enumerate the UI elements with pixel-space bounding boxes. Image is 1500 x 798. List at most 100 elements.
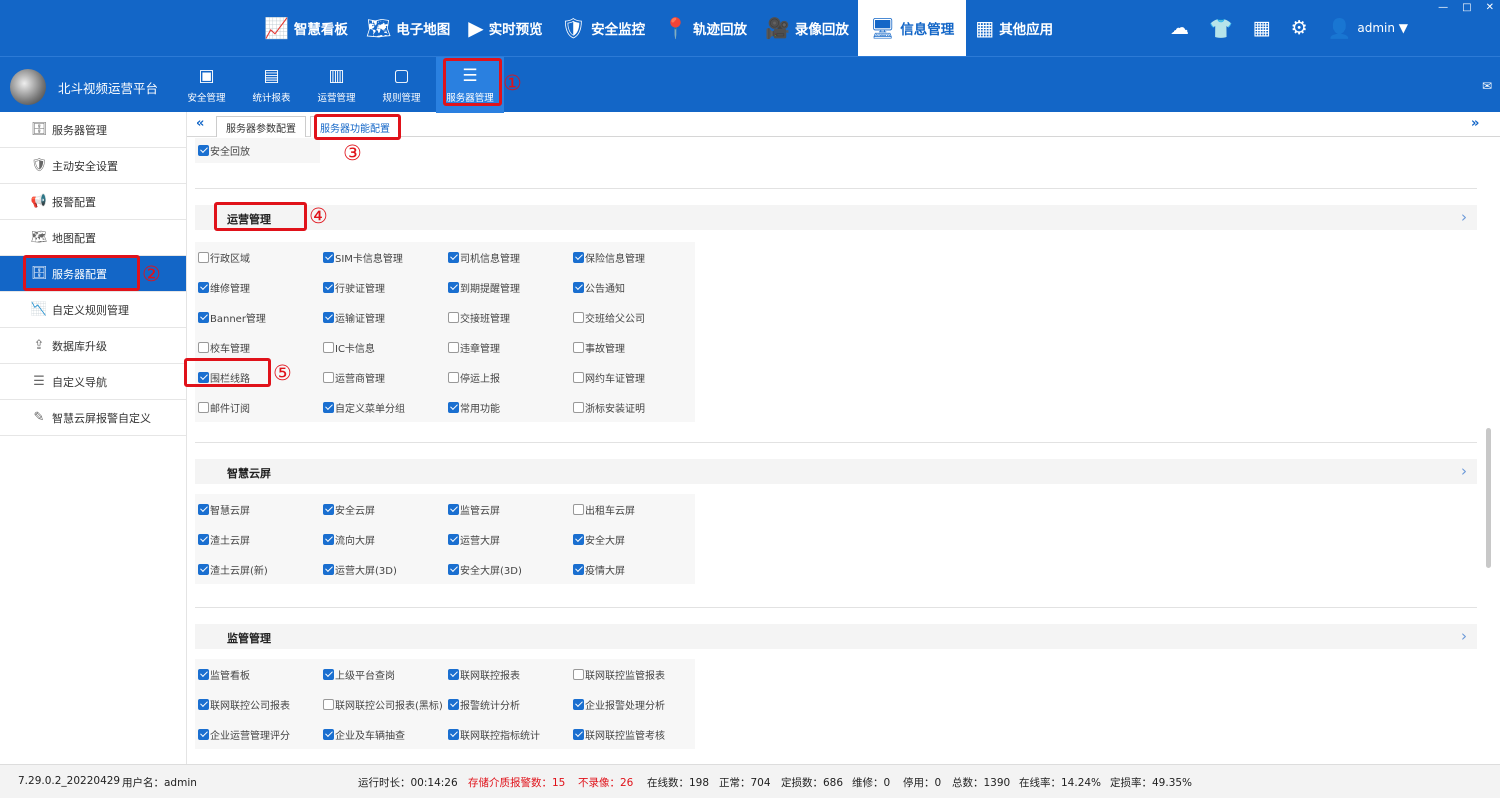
checkbox[interactable] (448, 563, 459, 575)
checkbox[interactable] (448, 281, 459, 293)
subnav-item-rules[interactable]: ▢ 规则管理 (369, 57, 434, 113)
sidebar-item-custom-rule[interactable]: 📉 自定义规则管理 (0, 292, 186, 328)
checkbox[interactable] (323, 503, 334, 515)
checkbox[interactable] (573, 371, 584, 383)
checkbox[interactable] (573, 533, 584, 545)
scrollbar[interactable] (1486, 428, 1491, 568)
checkbox[interactable] (573, 341, 584, 353)
close-icon[interactable]: ✕ (1486, 2, 1494, 13)
checkbox-item[interactable]: 联网联控监管报表 (570, 667, 695, 682)
checkbox-item[interactable]: 交班给父公司 (570, 310, 695, 325)
subnav-item-stats[interactable]: ▤ 统计报表 (239, 57, 304, 113)
checkbox-item[interactable]: 联网联控公司报表(黑标) (320, 697, 445, 712)
collapse-right-icon[interactable]: » (1471, 116, 1479, 131)
checkbox[interactable] (573, 668, 584, 680)
checkbox-item[interactable]: 联网联控公司报表 (195, 697, 320, 712)
checkbox[interactable] (573, 698, 584, 710)
checkbox-item[interactable]: 安全云屏 (320, 502, 445, 517)
checkbox[interactable] (448, 698, 459, 710)
checkbox[interactable] (198, 668, 209, 680)
checkbox[interactable] (573, 281, 584, 293)
checkbox-item[interactable]: 渣土云屏(新) (195, 562, 320, 577)
checkbox-item[interactable]: 出租车云屏 (570, 502, 695, 517)
checkbox[interactable] (448, 401, 459, 413)
checkbox[interactable] (198, 698, 209, 710)
user-icon[interactable]: 👤 (1328, 17, 1352, 40)
checkbox[interactable] (198, 563, 209, 575)
checkbox[interactable] (448, 371, 459, 383)
checkbox-item[interactable]: 安全大屏 (570, 532, 695, 547)
checkbox[interactable] (323, 728, 334, 740)
checkbox-item[interactable]: 疫情大屏 (570, 562, 695, 577)
subnav-item-safety[interactable]: ▣ 安全管理 (174, 57, 239, 113)
checkbox-item[interactable]: 校车管理 (195, 340, 320, 355)
shirt-icon[interactable]: 👕 (1209, 17, 1233, 40)
checkbox-item[interactable]: 交接班管理 (445, 310, 570, 325)
checkbox-item[interactable]: 到期提醒管理 (445, 280, 570, 295)
checkbox[interactable] (323, 251, 334, 263)
checkbox[interactable] (323, 533, 334, 545)
section-header-cloud-screen[interactable]: 智慧云屏 › (195, 459, 1477, 484)
topnav-item-info[interactable]: 🖥 信息管理 (857, 0, 967, 56)
checkbox[interactable] (573, 251, 584, 263)
section-header-supervision[interactable]: 监管管理 › (195, 624, 1477, 649)
checkbox-item[interactable]: 维修管理 (195, 280, 320, 295)
checkbox[interactable] (198, 251, 209, 263)
sidebar-item-cloud-alarm[interactable]: ✎ 智慧云屏报警自定义 (0, 400, 186, 436)
checkbox-item[interactable]: 运营商管理 (320, 370, 445, 385)
checkbox-item[interactable]: 行驶证管理 (320, 280, 445, 295)
sidebar-item-alarm-config[interactable]: 📢 报警配置 (0, 184, 186, 220)
sidebar-item-active-safety[interactable]: 🛡 主动安全设置 (0, 148, 186, 184)
checkbox-item[interactable]: 企业报警处理分析 (570, 697, 695, 712)
checkbox-item[interactable]: 浙标安装证明 (570, 400, 695, 415)
collapse-left-icon[interactable]: « (196, 116, 204, 131)
section-header-operation[interactable]: 运营管理 › (195, 205, 1477, 230)
checkbox-item[interactable]: 安全回放 (195, 138, 320, 163)
checkbox-item[interactable]: 运营大屏(3D) (320, 562, 445, 577)
checkbox[interactable] (323, 401, 334, 413)
checkbox[interactable] (573, 728, 584, 740)
checkbox[interactable] (573, 401, 584, 413)
checkbox-item[interactable]: 事故管理 (570, 340, 695, 355)
checkbox-item[interactable]: Banner管理 (195, 310, 320, 325)
checkbox-item[interactable]: 企业及车辆抽查 (320, 727, 445, 742)
tab-server-params[interactable]: 服务器参数配置 (216, 116, 306, 137)
checkbox[interactable] (198, 533, 209, 545)
checkbox-item[interactable]: 保险信息管理 (570, 250, 695, 265)
cloud-icon[interactable]: ☁ (1170, 17, 1189, 39)
checkbox[interactable] (198, 503, 209, 515)
subnav-item-operation[interactable]: ▥ 运营管理 (304, 57, 369, 113)
topnav-item-map[interactable]: 🗺 电子地图 (357, 0, 459, 56)
checkbox-item[interactable]: 渣土云屏 (195, 532, 320, 547)
sidebar-item-server-manage[interactable]: 🗄 服务器管理 (0, 112, 186, 148)
checkbox-item[interactable]: IC卡信息 (320, 340, 445, 355)
chevron-right-icon[interactable]: › (1461, 208, 1467, 226)
checkbox[interactable] (573, 563, 584, 575)
checkbox[interactable] (448, 503, 459, 515)
topnav-item-live[interactable]: ▶ 实时预览 (459, 0, 551, 56)
checkbox[interactable] (198, 341, 209, 353)
checkbox[interactable] (323, 311, 334, 323)
checkbox[interactable] (323, 698, 334, 710)
sidebar-item-db-upgrade[interactable]: ⇪ 数据库升级 (0, 328, 186, 364)
topnav-item-security[interactable]: 🛡 安全监控 (552, 0, 654, 56)
mail-icon[interactable]: ✉ (1482, 79, 1492, 93)
checkbox[interactable] (323, 341, 334, 353)
checkbox[interactable] (448, 728, 459, 740)
checkbox[interactable] (448, 533, 459, 545)
checkbox-item[interactable]: 联网联控指标统计 (445, 727, 570, 742)
checkbox[interactable] (198, 281, 209, 293)
checkbox-item[interactable]: 报警统计分析 (445, 697, 570, 712)
topnav-item-track[interactable]: 📍 轨迹回放 (654, 0, 756, 56)
checkbox-item[interactable]: 停运上报 (445, 370, 570, 385)
checkbox-item[interactable]: 监管云屏 (445, 502, 570, 517)
checkbox[interactable] (198, 311, 209, 323)
checkbox[interactable] (198, 401, 209, 413)
checkbox-item[interactable]: 司机信息管理 (445, 250, 570, 265)
layout-icon[interactable]: ▦ (1253, 17, 1271, 39)
maximize-icon[interactable]: □ (1462, 2, 1471, 13)
checkbox-item[interactable]: 网约车证管理 (570, 370, 695, 385)
sidebar-item-map-config[interactable]: 🗺 地图配置 (0, 220, 186, 256)
minimize-icon[interactable]: — (1438, 2, 1448, 13)
checkbox[interactable] (323, 281, 334, 293)
